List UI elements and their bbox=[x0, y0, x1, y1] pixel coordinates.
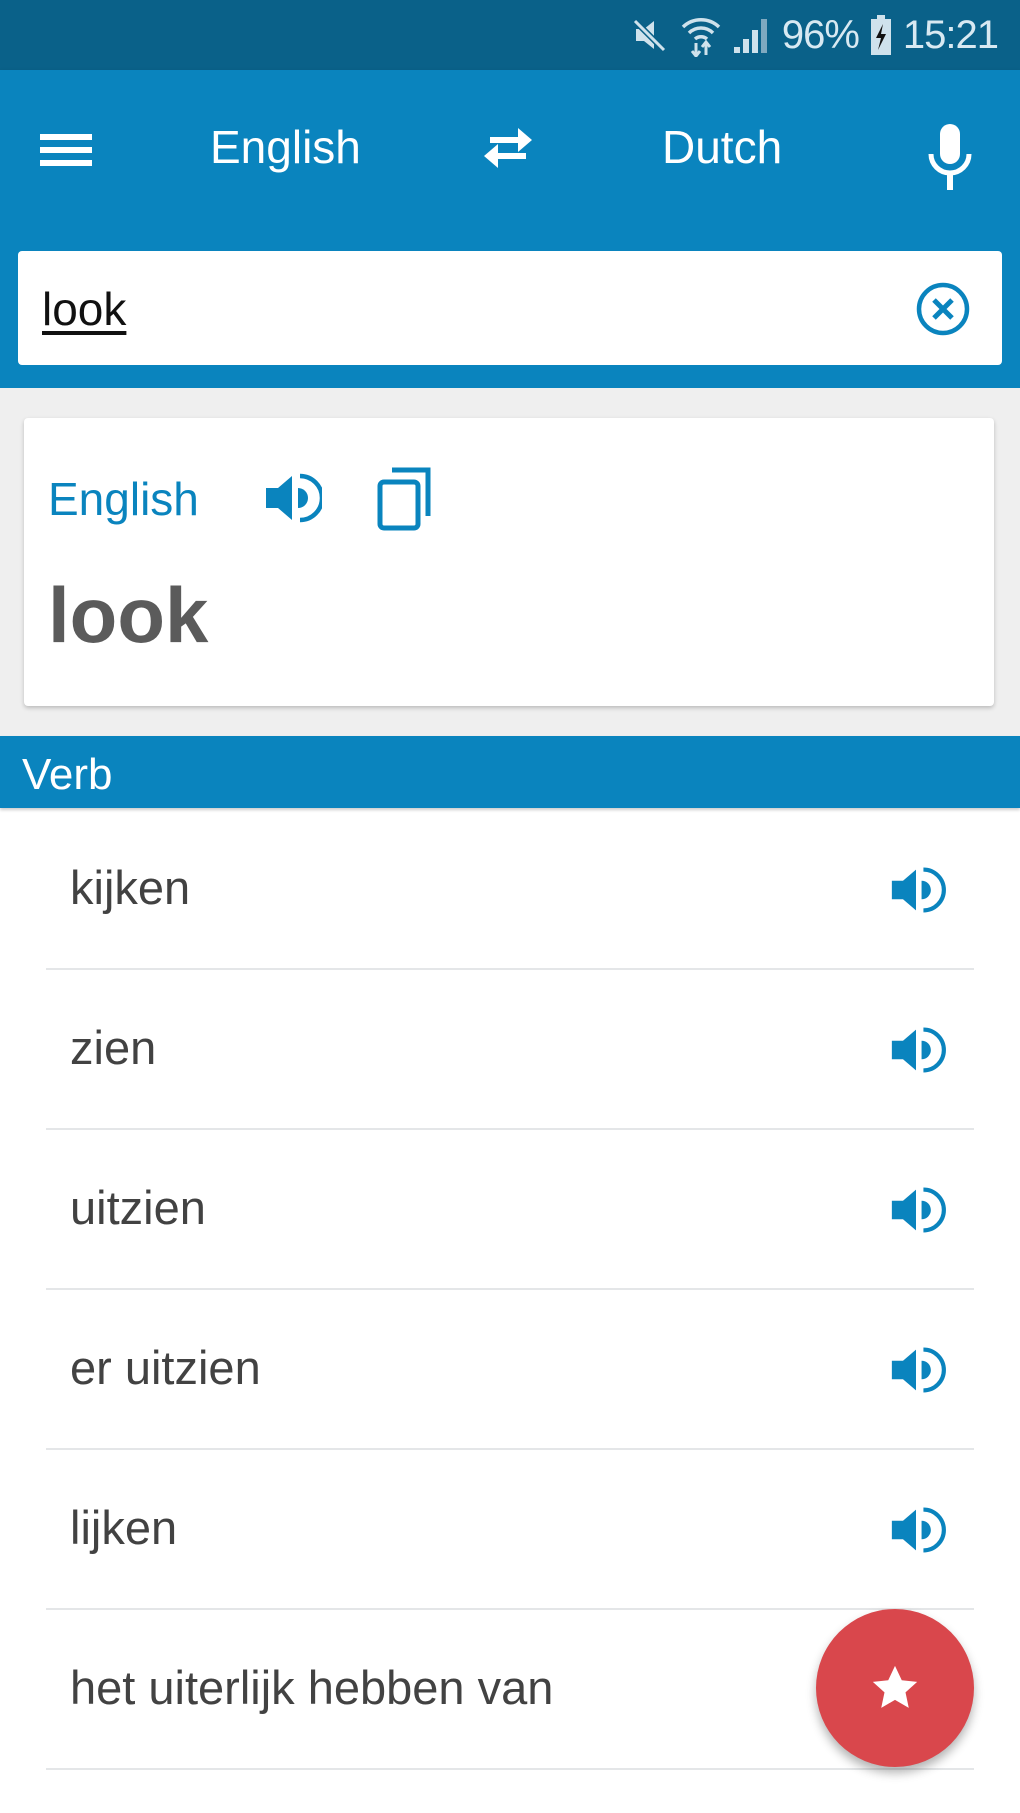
translation-row[interactable]: lijken bbox=[0, 1450, 1020, 1610]
source-word: look bbox=[48, 571, 209, 659]
signal-icon bbox=[733, 19, 767, 53]
translation-text: lijken bbox=[70, 1501, 178, 1554]
wifi-icon bbox=[681, 18, 721, 57]
source-language-selector[interactable]: English bbox=[210, 120, 361, 174]
translation-text: het uiterlijk hebben van bbox=[70, 1661, 554, 1714]
menu-button[interactable] bbox=[38, 128, 98, 178]
clear-circle-icon bbox=[916, 282, 970, 336]
translation-text: uitzien bbox=[70, 1181, 206, 1234]
speaker-icon bbox=[891, 1027, 946, 1073]
status-icons: 96% 15:21 bbox=[630, 0, 999, 70]
battery-charging-icon bbox=[870, 15, 891, 55]
speaker-icon bbox=[891, 1507, 946, 1553]
swap-arrows-icon bbox=[484, 128, 532, 168]
translation-text: kijken bbox=[70, 861, 191, 914]
clock: 15:21 bbox=[902, 12, 999, 57]
card-language-label: English bbox=[48, 473, 199, 525]
translation-row[interactable]: er uitzien bbox=[0, 1290, 1020, 1450]
speak-source-button[interactable] bbox=[262, 470, 325, 526]
translation-row[interactable]: uitzien bbox=[0, 1130, 1020, 1290]
speaker-icon bbox=[891, 867, 946, 913]
app-bar: English Dutch bbox=[0, 70, 1020, 388]
clear-search-button[interactable] bbox=[913, 279, 973, 339]
microphone-icon bbox=[928, 124, 972, 190]
speaker-icon bbox=[891, 1187, 946, 1233]
part-of-speech-header: Verb bbox=[0, 736, 1020, 808]
speaker-icon bbox=[891, 1347, 946, 1393]
voice-input-button[interactable] bbox=[925, 120, 975, 194]
battery-percent: 96% bbox=[781, 12, 860, 57]
search-box bbox=[18, 251, 1002, 365]
row-divider bbox=[46, 1768, 974, 1770]
copy-icon bbox=[377, 467, 431, 531]
speaker-icon bbox=[266, 473, 325, 523]
status-bar: 96% 15:21 bbox=[0, 0, 1020, 70]
translation-row[interactable]: kijken bbox=[0, 810, 1020, 970]
swap-languages-button[interactable] bbox=[480, 122, 540, 178]
copy-button[interactable] bbox=[376, 464, 436, 532]
source-word-card: English look bbox=[24, 418, 994, 706]
part-of-speech-label: Verb bbox=[22, 750, 113, 799]
translation-row[interactable]: zien bbox=[0, 970, 1020, 1130]
star-icon bbox=[872, 1665, 918, 1708]
favorite-fab-button[interactable] bbox=[816, 1609, 974, 1767]
speak-translation-button[interactable] bbox=[886, 1504, 946, 1556]
translation-text: zien bbox=[70, 1021, 157, 1074]
search-input[interactable] bbox=[42, 279, 902, 339]
target-language-selector[interactable]: Dutch bbox=[662, 120, 782, 174]
speak-translation-button[interactable] bbox=[886, 1024, 946, 1076]
menu-icon bbox=[40, 134, 92, 166]
translation-text: er uitzien bbox=[70, 1341, 261, 1394]
speak-translation-button[interactable] bbox=[886, 1184, 946, 1236]
speak-translation-button[interactable] bbox=[886, 864, 946, 916]
mute-icon bbox=[632, 18, 666, 53]
speak-translation-button[interactable] bbox=[886, 1344, 946, 1396]
